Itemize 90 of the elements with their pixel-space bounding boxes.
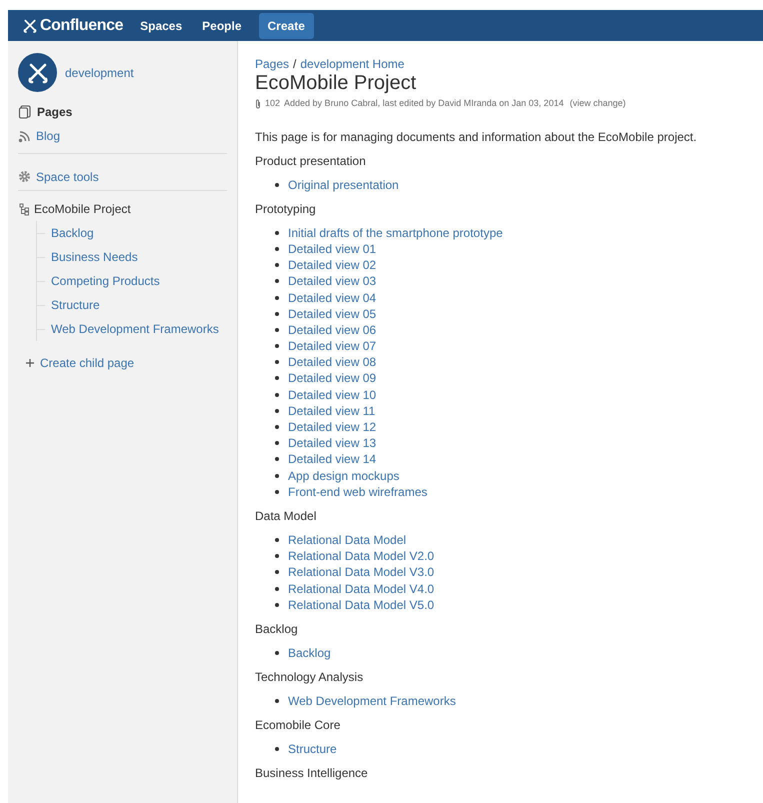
page-tree-icon	[19, 202, 30, 216]
content-link[interactable]: Detailed view 05	[288, 306, 376, 322]
section-heading: Business Intelligence	[255, 765, 369, 782]
page-tree-link[interactable]: Web Development Frameworks	[51, 320, 219, 338]
create-child-page-link[interactable]: Create child page	[40, 354, 134, 372]
bullet-icon	[275, 279, 279, 284]
content-link[interactable]: Web Development Frameworks	[288, 693, 456, 710]
content-link[interactable]: Backlog	[288, 644, 331, 661]
content-link[interactable]: Detailed view 01	[288, 240, 376, 257]
confluence-logo-text[interactable]: Confluence	[40, 14, 124, 38]
content-link[interactable]: Detailed view 03	[288, 273, 376, 290]
bullet-icon	[275, 570, 279, 574]
section-heading: Prototyping	[255, 200, 317, 217]
bullet-icon	[275, 586, 279, 591]
bullet-icon	[275, 263, 279, 268]
section-heading: Ecomobile Core	[255, 717, 342, 734]
bullet-icon	[275, 246, 279, 251]
content-link[interactable]: Detailed view 02	[288, 257, 376, 274]
bullet-icon	[275, 490, 279, 494]
content-link[interactable]: Relational Data Model	[288, 532, 406, 548]
content-link[interactable]: Detailed view 06	[288, 322, 376, 338]
page-tree-root[interactable]: EcoMobile Project	[34, 200, 131, 218]
bullet-icon	[275, 230, 279, 235]
content-link[interactable]: Relational Data Model V3.0	[288, 564, 434, 580]
bullet-icon	[275, 538, 279, 542]
content-link[interactable]: Detailed view 04	[288, 290, 376, 306]
content-link[interactable]: Initial drafts of the smartphone prototype	[288, 224, 503, 241]
content-link[interactable]: Detailed view 12	[288, 419, 376, 436]
content-link[interactable]: Original presentation	[288, 176, 399, 193]
content-link[interactable]: Detailed view 14	[288, 451, 376, 468]
section-heading: Data Model	[255, 508, 318, 524]
section-heading: Backlog	[255, 620, 299, 637]
content-link[interactable]: Relational Data Model V2.0	[288, 548, 434, 564]
breadcrumb-separator: /	[293, 56, 296, 72]
bullet-icon	[275, 699, 279, 704]
section-heading: Product presentation	[255, 152, 367, 168]
bullet-icon	[275, 360, 279, 364]
content-link[interactable]: Detailed view 09	[288, 370, 376, 386]
content-link[interactable]: Front-end web wireframes	[288, 484, 428, 500]
bullet-icon	[275, 474, 279, 478]
nav-link[interactable]: Spaces	[137, 16, 186, 34]
bullet-icon	[275, 441, 279, 446]
bullet-icon	[275, 747, 279, 752]
content-link[interactable]: Detailed view 08	[288, 354, 376, 370]
sidebar-nav-link[interactable]: Blog	[36, 127, 60, 145]
page-tree-link[interactable]: Backlog	[51, 224, 94, 242]
content-link[interactable]: Relational Data Model V5.0	[288, 596, 434, 613]
intro-text: This page is for managing documents and information about the EcoMobile project.	[255, 128, 698, 144]
breadcrumb-link[interactable]: development Home	[300, 54, 404, 72]
content-link[interactable]: Detailed view 10	[288, 386, 376, 403]
breadcrumb-link[interactable]: Pages	[255, 54, 290, 72]
content-link[interactable]: Detailed view 07	[288, 338, 376, 354]
bullet-icon	[275, 554, 279, 558]
content-link[interactable]: Structure	[288, 741, 337, 758]
gear-icon	[18, 170, 31, 183]
bullet-icon	[275, 344, 279, 348]
space-avatar[interactable]	[18, 53, 57, 92]
page-tree-link[interactable]: Business Needs	[51, 248, 138, 266]
bullet-icon	[275, 312, 279, 316]
nav-link[interactable]: People	[199, 16, 245, 34]
attachment-count[interactable]: 102	[265, 97, 280, 110]
bullet-icon	[275, 376, 279, 380]
space-tools-link[interactable]: Space tools	[36, 168, 99, 186]
paperclip-icon	[255, 98, 261, 109]
bullet-icon	[275, 425, 279, 430]
content-link[interactable]: App design mockups	[288, 468, 400, 484]
rss-icon	[18, 130, 31, 142]
page-byline: Added by Bruno Cabral, last edited by David MIranda on Jan 03, 2014	[284, 97, 564, 110]
view-change-link[interactable]: (view change)	[570, 97, 626, 110]
bullet-icon	[275, 408, 279, 413]
bullet-icon	[275, 457, 279, 462]
scissors-logo-icon	[26, 60, 50, 84]
page-tree-link[interactable]: Structure	[51, 296, 100, 314]
bullet-icon	[275, 328, 279, 332]
plus-icon	[26, 359, 34, 367]
create-button[interactable]: Create	[258, 12, 314, 38]
space-name-link[interactable]: development	[65, 64, 134, 82]
bullet-icon	[275, 392, 279, 397]
content-link[interactable]: Detailed view 11	[288, 402, 376, 419]
bullet-icon	[275, 296, 279, 300]
content-link[interactable]: Relational Data Model V4.0	[288, 580, 434, 597]
bullet-icon	[275, 602, 279, 607]
pages-icon	[18, 105, 32, 119]
bullet-icon	[275, 650, 279, 655]
page-title: EcoMobile Project	[255, 71, 418, 95]
content-link[interactable]: Detailed view 13	[288, 435, 376, 452]
bullet-icon	[275, 182, 279, 187]
sidebar-nav-link[interactable]: Pages	[37, 103, 72, 121]
section-heading: Technology Analysis	[255, 669, 364, 685]
page-tree-link[interactable]: Competing Products	[51, 272, 160, 290]
